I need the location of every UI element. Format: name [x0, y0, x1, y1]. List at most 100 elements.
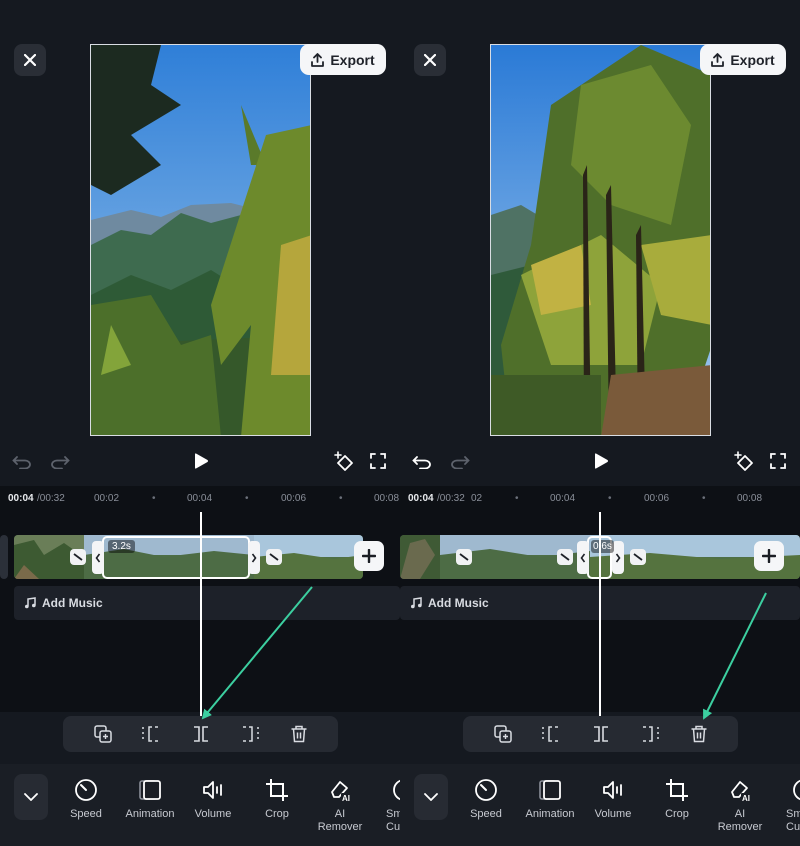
transition-button[interactable]	[70, 549, 86, 565]
clip-edit-toolbar	[63, 716, 338, 752]
ai-remover-tool[interactable]: AI AI Remover	[708, 776, 772, 834]
video-preview[interactable]	[490, 44, 711, 436]
collapse-button[interactable]	[14, 774, 48, 820]
preview-frame	[91, 45, 310, 435]
delete-button[interactable]	[688, 724, 710, 744]
trim-handle-right[interactable]	[248, 541, 260, 574]
split-right-button[interactable]	[639, 724, 661, 744]
volume-icon	[603, 781, 622, 799]
tool-label: Volume	[194, 808, 232, 820]
delete-button[interactable]	[288, 724, 310, 744]
trim-handle-left[interactable]	[92, 541, 104, 574]
undo-button[interactable]	[411, 450, 433, 472]
volume-tool[interactable]: Volume	[581, 776, 645, 821]
plus-icon	[762, 549, 776, 563]
track-label-stub	[0, 535, 8, 579]
split-right-icon	[643, 726, 659, 742]
ai-remover-tool[interactable]: AI AI Remover	[308, 776, 372, 834]
split-left-icon	[142, 726, 158, 742]
add-music-label: Add Music	[428, 596, 489, 610]
crop-tool[interactable]: Crop	[245, 776, 309, 821]
speed-tool[interactable]: Speed	[454, 776, 518, 821]
fullscreen-icon	[370, 453, 386, 469]
export-label: Export	[330, 51, 375, 68]
speed-tool[interactable]: Speed	[54, 776, 118, 821]
transition-button[interactable]	[456, 549, 472, 565]
fullscreen-button[interactable]	[367, 450, 389, 472]
add-clip-button[interactable]	[754, 541, 784, 571]
eraser-ai-icon: AI	[331, 781, 352, 802]
music-note-icon	[25, 597, 36, 609]
tool-label: Animation	[125, 808, 175, 820]
current-time: 00:04	[8, 493, 34, 504]
chevron-down-icon	[424, 793, 438, 801]
redo-button[interactable]	[449, 450, 471, 472]
split-right-button[interactable]	[239, 724, 261, 744]
video-preview[interactable]	[90, 44, 311, 436]
split-left-button[interactable]	[140, 724, 162, 744]
split-button[interactable]	[190, 724, 212, 744]
trash-icon	[291, 725, 307, 743]
svg-text:AI: AI	[742, 794, 750, 802]
trim-handle-left[interactable]	[577, 541, 589, 574]
duplicate-button[interactable]	[92, 724, 114, 744]
split-icon	[194, 726, 208, 742]
transition-icon	[459, 553, 469, 561]
transition-button[interactable]	[266, 549, 282, 565]
timeline-ruler[interactable]: 00:04 /00:32 02 • 00:04 • 00:06 • 00:08	[400, 486, 800, 512]
add-music-track[interactable]: Add Music	[14, 586, 400, 620]
ruler-tick: 00:02	[94, 493, 120, 504]
export-button[interactable]: Export	[300, 44, 386, 75]
smart-cut-tool[interactable]: Sm Cu	[772, 776, 800, 834]
tool-label: Speed	[470, 808, 502, 820]
crop-tool[interactable]: Crop	[645, 776, 709, 821]
transition-icon	[269, 553, 279, 561]
clip-edit-toolbar	[463, 716, 738, 752]
play-button[interactable]	[190, 450, 212, 472]
close-button[interactable]	[14, 44, 46, 76]
clip-duration: 3.2s	[108, 540, 135, 553]
animation-tool[interactable]: Animation	[118, 776, 182, 821]
tool-label: Speed	[70, 808, 102, 820]
duplicate-icon	[494, 725, 512, 743]
chevron-left-icon	[580, 553, 586, 562]
transition-icon	[633, 553, 643, 561]
transition-button[interactable]	[557, 549, 573, 565]
ruler-tick: 00:06	[281, 493, 307, 504]
ruler-dot: •	[515, 493, 519, 504]
playhead[interactable]	[599, 512, 601, 718]
keyframe-button[interactable]	[733, 450, 755, 472]
smart-cut-tool[interactable]: Sm Cu	[372, 776, 400, 834]
editor-panel-right: Export 00:04 /00:32 02 • 00:04 • 00:06 •…	[400, 0, 800, 846]
redo-button[interactable]	[49, 450, 71, 472]
editor-panel-left: Export 00:04 /00:32 00:02 • 00:04 • 00:0…	[0, 0, 400, 846]
split-icon	[594, 726, 608, 742]
export-button[interactable]: Export	[700, 44, 786, 75]
duplicate-button[interactable]	[492, 724, 514, 744]
transition-icon	[560, 553, 570, 561]
tool-label: Animation	[525, 808, 575, 820]
ruler-tick: 00:08	[737, 493, 763, 504]
play-button[interactable]	[590, 450, 612, 472]
current-time: 00:04	[408, 493, 434, 504]
timeline-ruler[interactable]: 00:04 /00:32 00:02 • 00:04 • 00:06 • 00:…	[0, 486, 400, 512]
split-left-button[interactable]	[540, 724, 562, 744]
playback-controls	[400, 446, 800, 476]
split-button[interactable]	[590, 724, 612, 744]
keyframe-button[interactable]	[333, 450, 355, 472]
tool-label: AI Remover	[717, 808, 763, 833]
fullscreen-icon	[770, 453, 786, 469]
playhead[interactable]	[200, 512, 202, 718]
eraser-ai-icon: AI	[731, 781, 752, 802]
transition-button[interactable]	[630, 549, 646, 565]
collapse-button[interactable]	[414, 774, 448, 820]
animation-tool[interactable]: Animation	[518, 776, 582, 821]
close-button[interactable]	[414, 44, 446, 76]
add-clip-button[interactable]	[354, 541, 384, 571]
redo-icon	[451, 456, 470, 469]
split-left-icon	[542, 726, 558, 742]
volume-tool[interactable]: Volume	[181, 776, 245, 821]
undo-button[interactable]	[11, 450, 33, 472]
fullscreen-button[interactable]	[767, 450, 789, 472]
chevron-left-icon	[95, 553, 101, 562]
